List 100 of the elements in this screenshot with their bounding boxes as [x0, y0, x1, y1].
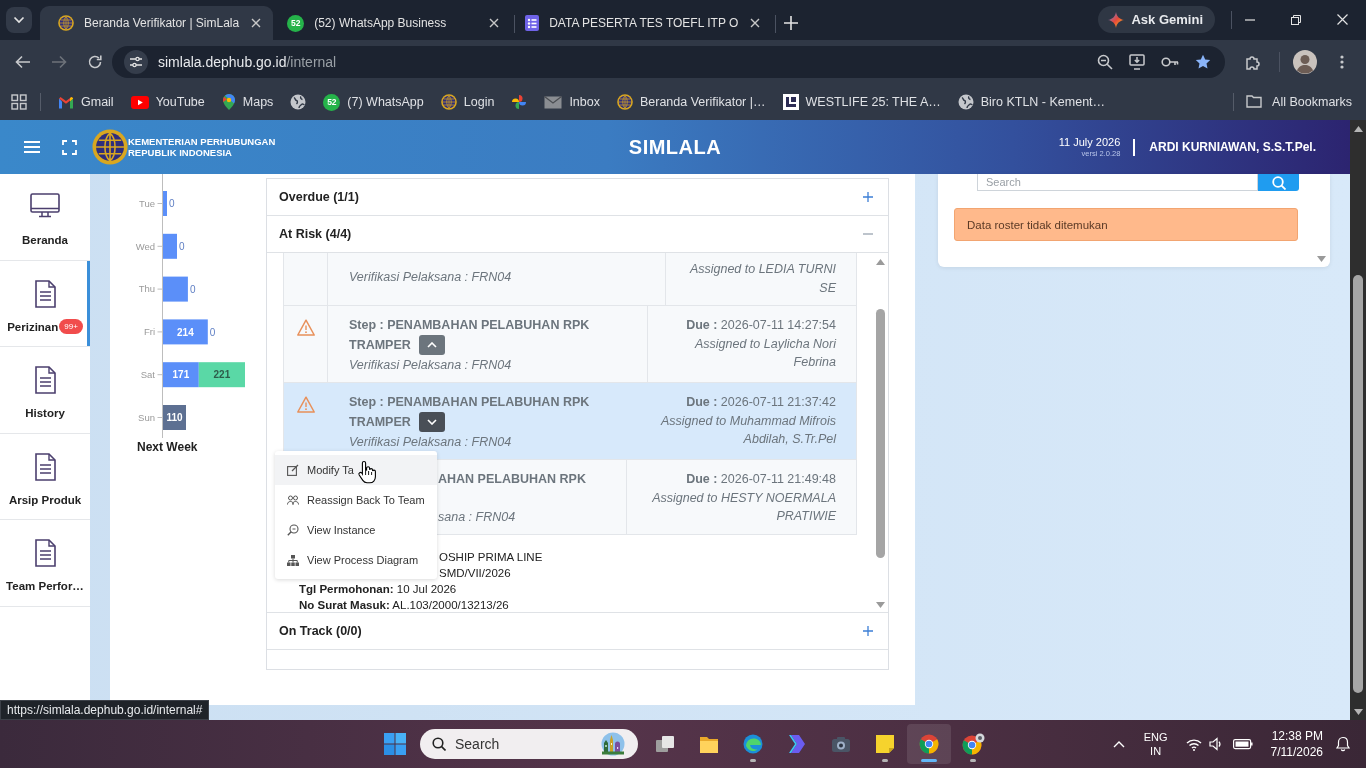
sparkle-icon: [1108, 11, 1125, 28]
bar-value-label: 0: [169, 198, 175, 210]
browser-tab[interactable]: 52 (52) WhatsApp Business: [279, 6, 512, 40]
site-settings-icon[interactable]: [124, 50, 148, 74]
pinwheel-icon[interactable]: [511, 94, 528, 110]
apps-grid-icon[interactable]: [11, 94, 27, 110]
zoom-out-icon[interactable]: [1097, 54, 1113, 70]
accordion-header[interactable]: Overdue (1/1): [267, 179, 888, 216]
sidebar-item[interactable]: Perizinan 99+: [0, 260, 90, 348]
hierarchy-icon: [287, 554, 299, 566]
sidebar-item[interactable]: Beranda: [0, 174, 90, 261]
key-icon[interactable]: [1161, 56, 1179, 68]
minimize-icon[interactable]: [1245, 18, 1255, 21]
play-icon: [130, 95, 149, 109]
restore-icon[interactable]: [1291, 14, 1301, 25]
scroll-up-icon[interactable]: [1353, 126, 1363, 132]
back-icon[interactable]: [15, 54, 31, 70]
accordion-header[interactable]: On Track (0/0): [267, 613, 888, 650]
sidebar-item[interactable]: History: [0, 347, 90, 434]
scrollbar-thumb[interactable]: [1353, 275, 1363, 693]
plus-icon[interactable]: [784, 16, 799, 30]
menu-item[interactable]: View Process Diagram: [275, 545, 437, 575]
bookmark-link[interactable]: 52 (7) WhatsApp: [323, 89, 424, 115]
bookmark-link[interactable]: Beranda Verifikator |…: [616, 89, 766, 115]
sticky-note-icon: [875, 734, 895, 754]
day-label: Sun: [138, 411, 155, 423]
assignee-text: Assigned to LEDIA TURNI SE: [688, 261, 836, 297]
bookmark-link[interactable]: Gmail: [58, 89, 114, 115]
task-subtitle: Verifikasi Pelaksana : FRN04: [349, 358, 512, 372]
menu-icon[interactable]: [1340, 55, 1344, 69]
close-icon[interactable]: [1337, 14, 1348, 25]
caret-up-icon[interactable]: [1112, 740, 1125, 748]
people-icon: [287, 495, 299, 505]
language-indicator[interactable]: IN: [1143, 744, 1168, 758]
close-icon[interactable]: [251, 18, 262, 28]
task-row[interactable]: Step : PENAMBAHAN PELABUHAN RPK TRAMPER Verifikasi Pelaksana : FRN04 Due : 2026-07-11 14:27:54 Assigned to Laylicha Nori Febrina: [283, 306, 857, 383]
edit-icon: [287, 464, 299, 476]
bookmark-link[interactable]: WESTLIFE 25: THE A…: [782, 89, 941, 115]
chevron-down-icon: [13, 16, 25, 24]
app-title: SIMLALA: [628, 135, 722, 159]
taskbar-search[interactable]: Search: [420, 729, 638, 759]
bell-icon[interactable]: [1335, 736, 1351, 752]
wifi-icon[interactable]: [1185, 737, 1202, 751]
detail-line: Tgl Permohonan: 10 Jul 2026: [299, 582, 457, 595]
task-row[interactable]: Verifikasi Pelaksana : FRN04 Assigned to LEDIA TURNI SE: [283, 253, 857, 306]
menu-icon[interactable]: [24, 141, 40, 153]
sidebar-item[interactable]: Arsip Produk: [0, 433, 90, 521]
emblem-icon: [440, 94, 457, 110]
assistant-button[interactable]: Ask Gemini: [1098, 6, 1215, 33]
detail-line: SMD/VII/2026: [439, 566, 511, 579]
start-icon[interactable]: [384, 733, 406, 755]
map-pin-icon: [221, 94, 236, 110]
all-bookmarks-button[interactable]: All Bookmarks: [1246, 89, 1352, 115]
address-bar[interactable]: simlala.dephub.go.id/internal: [112, 46, 1225, 78]
dropdown-toggle[interactable]: [418, 335, 445, 355]
scroll-down-icon[interactable]: [1353, 709, 1363, 715]
tab-search-button[interactable]: [6, 7, 32, 33]
scrollbar-thumb[interactable]: [875, 309, 885, 558]
puzzle-icon[interactable]: [1245, 53, 1261, 71]
bookmark-link[interactable]: Inbox: [544, 89, 600, 115]
bookmark-link[interactable]: YouTube: [130, 89, 205, 115]
task-subtitle: Verifikasi Pelaksana : FRN04: [349, 435, 512, 449]
bookmark-link[interactable]: Maps: [221, 89, 274, 115]
avatar-icon[interactable]: [1293, 50, 1317, 74]
close-icon[interactable]: [750, 18, 761, 28]
document-icon: [34, 452, 56, 481]
day-label: Thu: [138, 283, 155, 295]
battery-icon[interactable]: [1232, 737, 1253, 751]
browser-tab[interactable]: Beranda Verifikator | SimLala: [40, 6, 274, 40]
bookmark-link[interactable]: Login: [440, 89, 495, 115]
sidebar-item[interactable]: Team Perfor…: [0, 520, 90, 607]
search-button[interactable]: [1258, 174, 1299, 191]
task-row[interactable]: Step : PENAMBAHAN PELABUHAN RPK TRAMPER Verifikasi Pelaksana : FRN04 Due : 2026-07-11 21:37:42 Assigned to Muhammad Mifrois Abdilah, S.Tr.Pel: [283, 383, 857, 460]
document-icon: [34, 539, 56, 568]
bar-value-label: 171: [172, 369, 190, 381]
due-date: Due : 2026-07-11 21:49:48: [685, 471, 836, 488]
org-name: REPUBLIK INDONESIA: [128, 147, 233, 158]
emblem-icon: [58, 15, 74, 31]
menu-item[interactable]: Modify Ta: [275, 455, 437, 485]
reload-icon[interactable]: [87, 54, 103, 70]
close-icon[interactable]: [489, 18, 500, 28]
page-scrollbar[interactable]: [1350, 120, 1366, 720]
browser-tab[interactable]: DATA PESERTA TES TOEFL ITP O: [517, 6, 773, 40]
search-field[interactable]: Search: [977, 174, 1258, 191]
language-indicator[interactable]: ENG: [1143, 730, 1168, 744]
step-title: TRAMPER: [349, 413, 411, 431]
user-name[interactable]: ARDI KURNIAWAN, S.S.T.Pel.: [1149, 140, 1316, 154]
clock-date[interactable]: 7/11/2026: [1270, 744, 1323, 760]
detail-line: OSHIP PRIMA LINE: [439, 550, 543, 563]
fullscreen-icon[interactable]: [62, 139, 77, 155]
expand-icon[interactable]: [863, 626, 873, 636]
taskbar-app-button[interactable]: [907, 724, 951, 764]
clock-time[interactable]: 12:38 PM: [1270, 728, 1323, 744]
monitor-download-icon[interactable]: [1129, 54, 1145, 70]
star-icon[interactable]: [1195, 54, 1211, 70]
dropdown-toggle[interactable]: [418, 412, 445, 432]
bookmark-link[interactable]: Biro KTLN - Kement…: [957, 89, 1106, 115]
globe-icon[interactable]: [290, 94, 307, 110]
expand-icon[interactable]: [863, 192, 873, 202]
speaker-icon[interactable]: [1208, 737, 1222, 751]
